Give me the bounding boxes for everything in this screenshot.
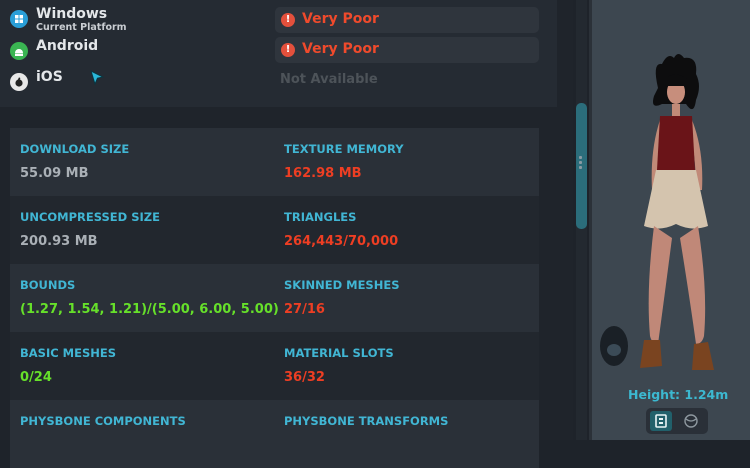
platform-ratings: Windows Current Platform ! Very Poor And… [0,0,557,107]
apple-icon [10,73,28,91]
stat-label: PHYSBONE COMPONENTS [20,414,186,428]
stat-value: 27/16 [284,302,325,317]
stat-value: (1.27, 1.54, 1.21)/(5.00, 6.00, 5.00) [20,302,279,317]
stats-table: DOWNLOAD SIZE 55.09 MB TEXTURE MEMORY 16… [10,128,539,468]
android-icon [10,42,28,60]
stat-label: BOUNDS [20,278,76,292]
platform-name: iOS [36,69,63,85]
details-view-button[interactable] [650,411,672,431]
warning-icon: ! [281,13,295,27]
stat-value: 55.09 MB [20,166,89,181]
stat-label: TRIANGLES [284,210,357,224]
stats-row: PHYSBONE COMPONENTS PHYSBONE TRANSFORMS [10,400,539,468]
stats-row: UNCOMPRESSED SIZE 200.93 MB TRIANGLES 26… [10,196,539,264]
card-icon [655,414,667,428]
platform-name: Windows [36,6,108,22]
mouse-cursor-icon [90,70,104,86]
rating-text: Very Poor [302,11,379,27]
rating-android: ! Very Poor [275,37,539,63]
preview-view-toggle [646,408,708,434]
platform-name: Android [36,38,99,54]
avatar-stats-panel: Windows Current Platform ! Very Poor And… [0,0,573,468]
avatar-height-label: Height: 1.24m [628,387,729,402]
stats-row: BASIC MESHES 0/24 MATERIAL SLOTS 36/32 [10,332,539,400]
stat-value: 0/24 [20,370,52,385]
current-platform-label: Current Platform [36,22,127,33]
stat-label: MATERIAL SLOTS [284,346,394,360]
stat-label: PHYSBONE TRANSFORMS [284,414,449,428]
stat-value: 162.98 MB [284,166,362,181]
avatar-preview-image[interactable] [592,0,750,440]
stat-label: TEXTURE MEMORY [284,142,404,156]
stat-value: 36/32 [284,370,325,385]
ios-status: Not Available [280,72,378,87]
splitter-grip-icon[interactable] [579,156,582,174]
avatar-preview-panel [592,0,750,440]
stat-label: BASIC MESHES [20,346,117,360]
rating-text: Very Poor [302,41,379,57]
globe-view-button[interactable] [680,411,702,431]
stat-label: UNCOMPRESSED SIZE [20,210,160,224]
warning-icon: ! [281,43,295,57]
stat-value: 200.93 MB [20,234,98,249]
rating-windows: ! Very Poor [275,7,539,33]
windows-icon [10,10,28,28]
stat-label: DOWNLOAD SIZE [20,142,130,156]
stats-row: BOUNDS (1.27, 1.54, 1.21)/(5.00, 6.00, 5… [10,264,539,332]
stat-label: SKINNED MESHES [284,278,400,292]
stats-row: DOWNLOAD SIZE 55.09 MB TEXTURE MEMORY 16… [10,128,539,196]
stat-value: 264,443/70,000 [284,234,399,249]
globe-icon [684,414,698,428]
